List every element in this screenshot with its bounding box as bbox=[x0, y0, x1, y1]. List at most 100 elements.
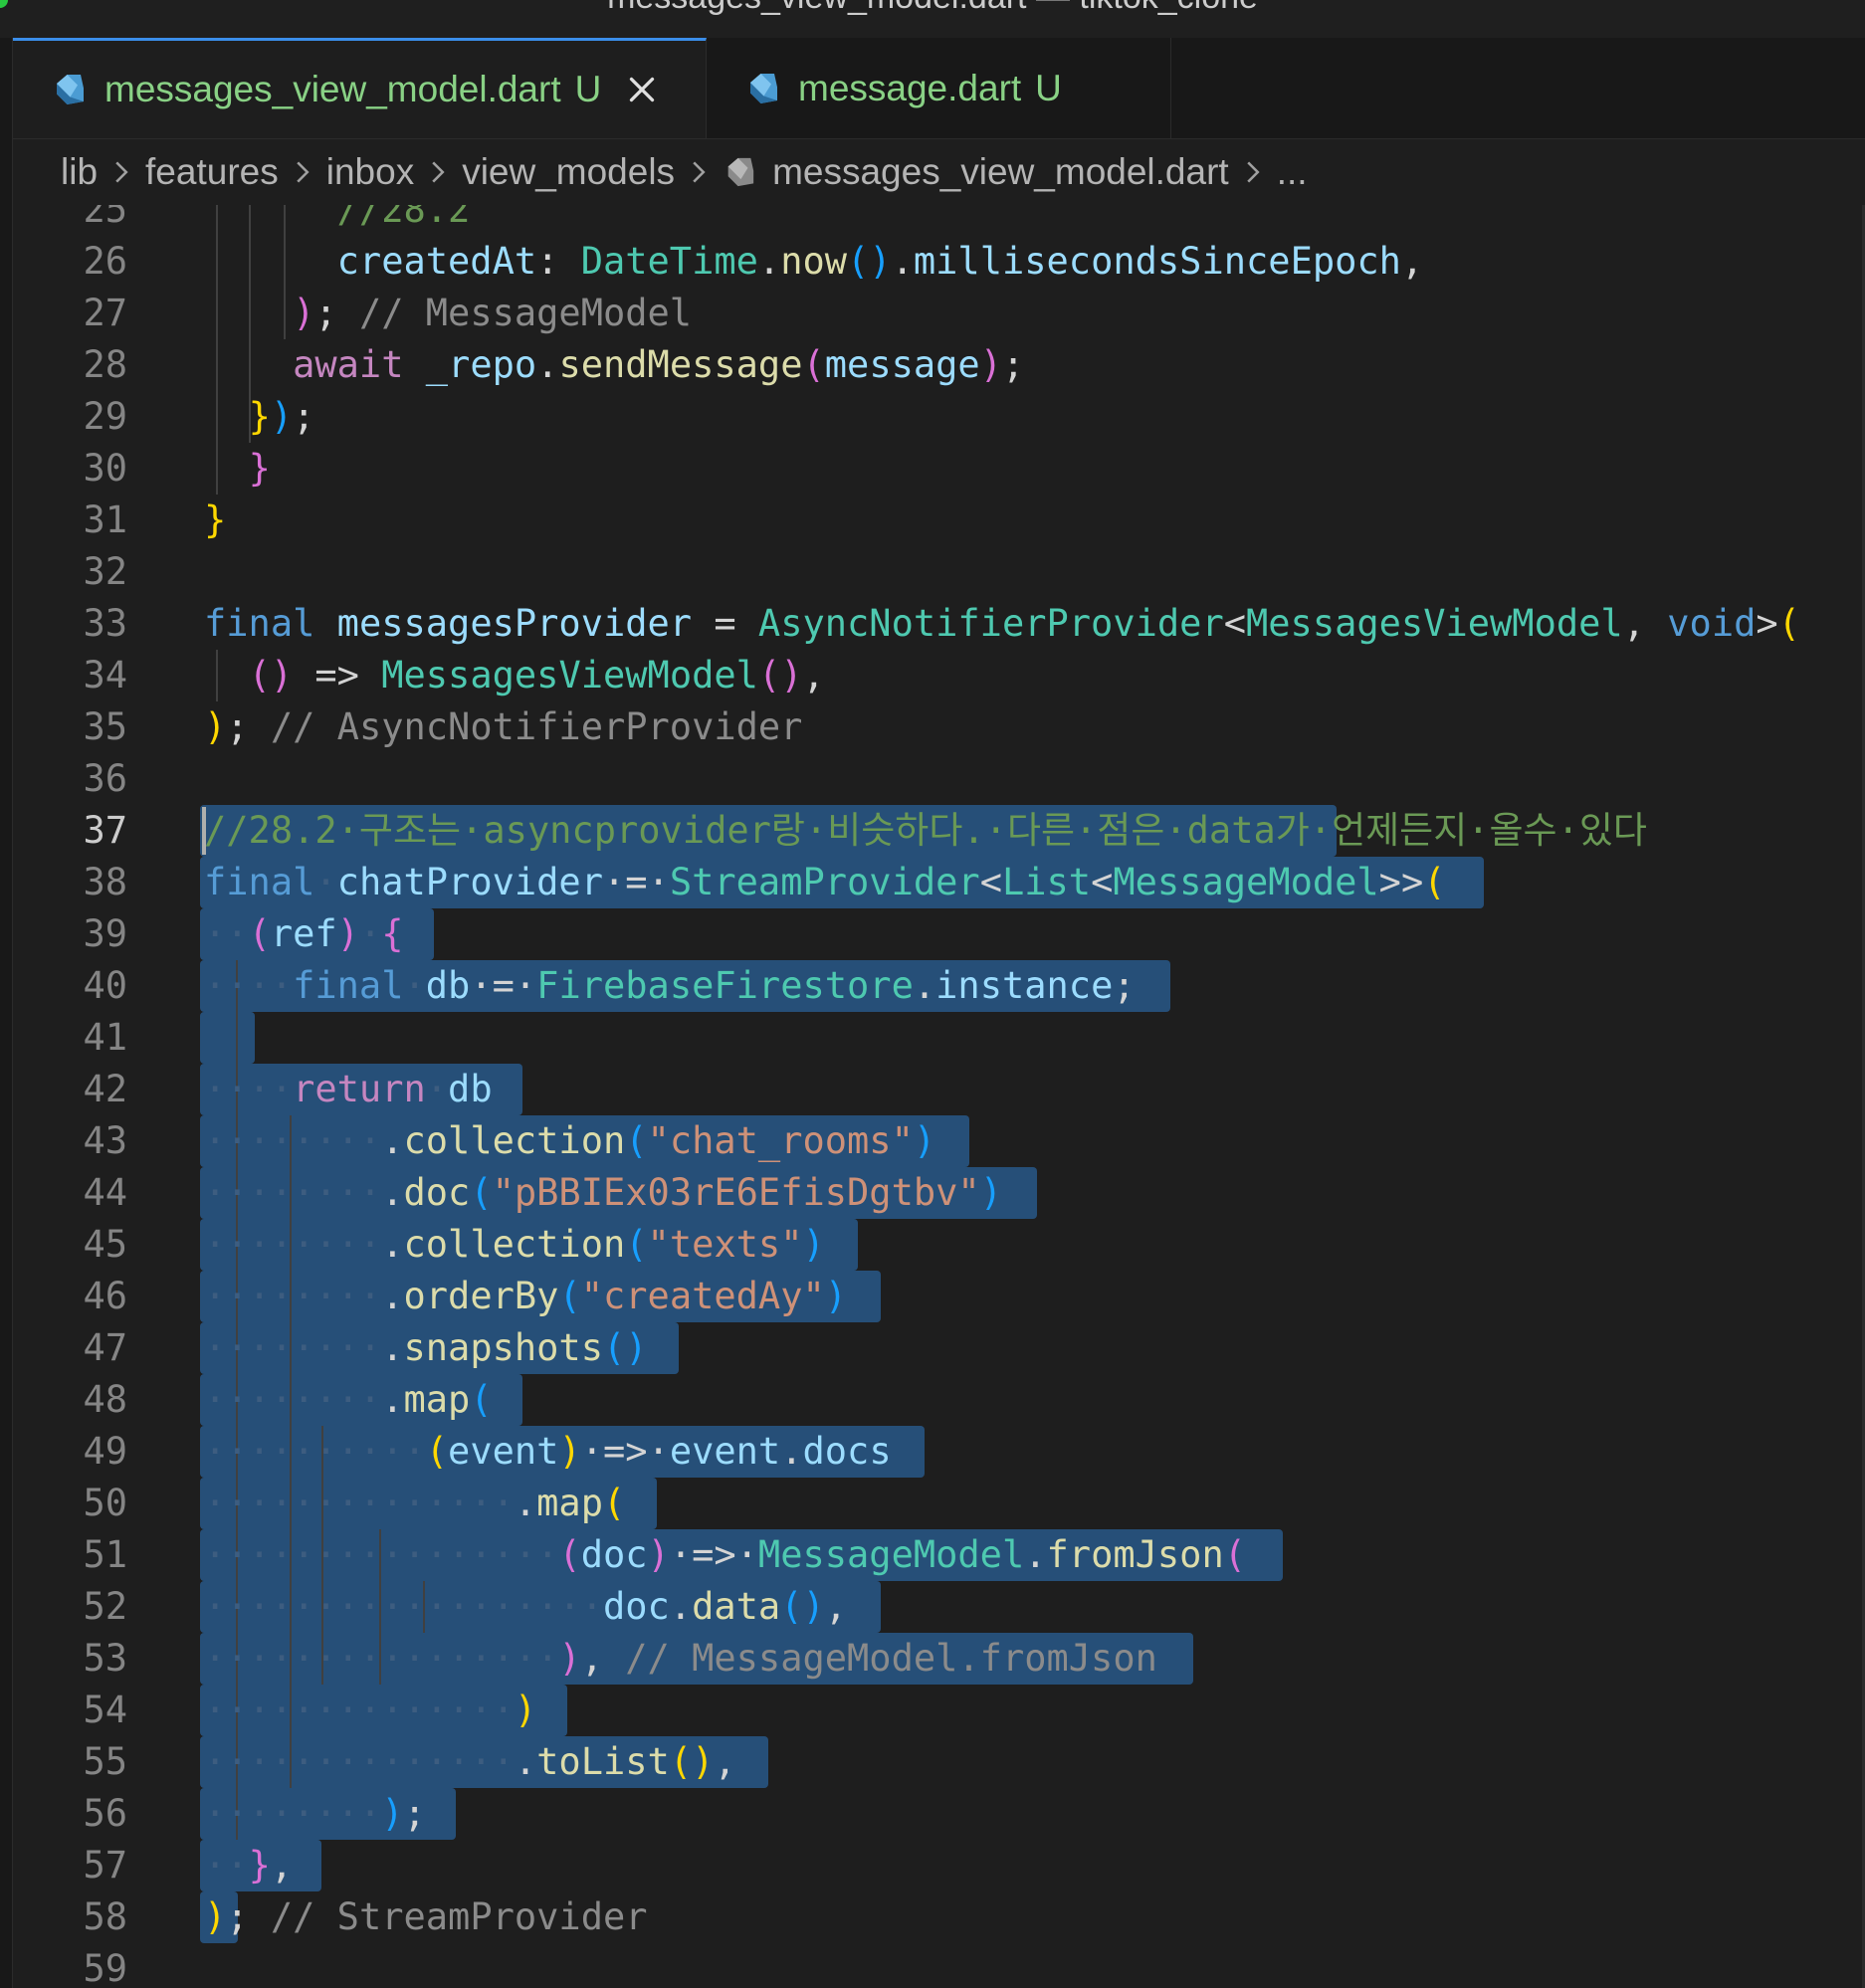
code-text: ··············) bbox=[204, 1689, 537, 1731]
text-cursor bbox=[202, 807, 206, 855]
code-line[interactable]: 43 ········.collection("chat_rooms") bbox=[13, 1115, 1865, 1167]
line-number: 39 bbox=[83, 912, 127, 955]
line-number: 37 bbox=[83, 809, 127, 852]
breadcrumb-item-inbox[interactable]: inbox bbox=[326, 151, 414, 193]
code-line[interactable]: 27 ); // MessageModel bbox=[13, 288, 1865, 339]
code-line[interactable]: 25 //28.2 bbox=[13, 205, 1865, 236]
line-number: 45 bbox=[83, 1223, 127, 1266]
code-text: ··(ref)·{ bbox=[204, 912, 404, 955]
code-line[interactable]: 49 ··········(event)·=>·event.docs bbox=[13, 1426, 1865, 1478]
code-line[interactable]: 39 ··(ref)·{ bbox=[13, 908, 1865, 960]
line-number: 31 bbox=[83, 498, 127, 541]
code-line[interactable]: 28 await _repo.sendMessage(message); bbox=[13, 339, 1865, 391]
code-text: ········.orderBy("createdAy") bbox=[204, 1275, 848, 1317]
line-number: 33 bbox=[83, 602, 127, 645]
code-text: }); bbox=[248, 395, 315, 438]
line-number: 50 bbox=[83, 1482, 127, 1524]
code-line[interactable]: 38 final·chatProvider·=·StreamProvider<Li… bbox=[13, 857, 1865, 908]
chevron-right-icon bbox=[432, 161, 445, 183]
dart-file-icon bbox=[57, 75, 84, 104]
code-line[interactable]: 58 ); // StreamProvider bbox=[13, 1891, 1865, 1943]
editor-tabs: messages_view_model.dart U message.dart … bbox=[13, 38, 1865, 139]
line-number: 44 bbox=[83, 1171, 127, 1214]
line-number: 25 bbox=[83, 205, 127, 231]
breadcrumb-item-file[interactable]: messages_view_model.dart bbox=[772, 151, 1229, 193]
code-line[interactable]: 29 }); bbox=[13, 391, 1865, 443]
dart-file-icon bbox=[727, 157, 754, 187]
code-line[interactable]: 50 ··············.map( bbox=[13, 1478, 1865, 1529]
line-number: 28 bbox=[83, 343, 127, 386]
line-number: 30 bbox=[83, 447, 127, 490]
tab-label: message.dart bbox=[798, 67, 1022, 108]
code-text: final·chatProvider·=·StreamProvider<List… bbox=[204, 861, 1446, 903]
code-line[interactable]: 53 ················), // MessageModel.fro… bbox=[13, 1633, 1865, 1685]
code-line[interactable]: 37 //28.2·구조는·asyncprovider랑·비슷하다.·다른·점은·… bbox=[13, 805, 1865, 857]
code-line[interactable]: 36 bbox=[13, 753, 1865, 805]
code-text: ); // MessageModel bbox=[293, 292, 693, 334]
code-line[interactable]: 41 bbox=[13, 1012, 1865, 1064]
code-line[interactable]: 34 () => MessagesViewModel(), bbox=[13, 650, 1865, 701]
code-line[interactable]: 44 ········.doc("pBBIEx03rE6EfisDgtbv") bbox=[13, 1167, 1865, 1219]
vscode-window: messages_view_model.dart — tiktok_clone … bbox=[0, 0, 1865, 1988]
code-line[interactable]: 26 createdAt: DateTime.now().millisecond… bbox=[13, 236, 1865, 288]
code-line[interactable]: 46 ········.orderBy("createdAy") bbox=[13, 1271, 1865, 1322]
breadcrumb-item-view-models[interactable]: view_models bbox=[462, 151, 675, 193]
tab-messages-view-model[interactable]: messages_view_model.dart U bbox=[13, 38, 707, 138]
breadcrumb-item-features[interactable]: features bbox=[145, 151, 279, 193]
code-line[interactable]: 57 ··}, bbox=[13, 1840, 1865, 1891]
line-number: 34 bbox=[83, 654, 127, 696]
code-line[interactable]: 55 ··············.toList(), bbox=[13, 1736, 1865, 1788]
code-text: ················(doc)·=>·MessageModel.fr… bbox=[204, 1533, 1247, 1576]
code-line[interactable]: 42 ····return·db bbox=[13, 1064, 1865, 1115]
code-line[interactable]: 59 bbox=[13, 1943, 1865, 1988]
code-line[interactable]: 32 bbox=[13, 546, 1865, 598]
code-text: createdAt: DateTime.now().millisecondsSi… bbox=[336, 240, 1424, 283]
untracked-badge: U bbox=[1035, 67, 1062, 108]
code-text: } bbox=[248, 447, 271, 490]
code-line[interactable]: 48 ········.map( bbox=[13, 1374, 1865, 1426]
chevron-right-icon bbox=[115, 161, 128, 183]
breadcrumb-item-symbols[interactable]: ... bbox=[1277, 151, 1308, 193]
code-line[interactable]: 54 ··············) bbox=[13, 1685, 1865, 1736]
breadcrumb: lib features inbox view_models messages_… bbox=[13, 139, 1865, 205]
line-number: 55 bbox=[83, 1740, 127, 1783]
breadcrumb-item-lib[interactable]: lib bbox=[61, 151, 98, 193]
line-number: 59 bbox=[83, 1947, 127, 1988]
code-line[interactable]: 51 ················(doc)·=>·MessageModel.… bbox=[13, 1529, 1865, 1581]
code-text: ········.doc("pBBIEx03rE6EfisDgtbv") bbox=[204, 1171, 1002, 1214]
code-line[interactable]: 31} bbox=[13, 495, 1865, 546]
code-line[interactable]: 40 ····final·db·=·FirebaseFirestore.insta… bbox=[13, 960, 1865, 1012]
code-text: ); // StreamProvider bbox=[204, 1895, 648, 1938]
line-number: 51 bbox=[83, 1533, 127, 1576]
code-line[interactable]: 35); // AsyncNotifierProvider bbox=[13, 701, 1865, 753]
code-text: ··············.map( bbox=[204, 1482, 626, 1524]
code-line[interactable]: 56 ········); bbox=[13, 1788, 1865, 1840]
line-number: 54 bbox=[83, 1689, 127, 1731]
line-number: 43 bbox=[83, 1119, 127, 1162]
code-text: //28.2·구조는·asyncprovider랑·비슷하다.·다른·점은·da… bbox=[204, 809, 1647, 852]
code-line[interactable]: 30 } bbox=[13, 443, 1865, 495]
line-number: 29 bbox=[83, 395, 127, 438]
code-text: ········.collection("chat_rooms") bbox=[204, 1119, 936, 1162]
code-text: ··········(event)·=>·event.docs bbox=[204, 1430, 892, 1473]
code-text: () => MessagesViewModel(), bbox=[248, 654, 825, 696]
tab-message[interactable]: message.dart U bbox=[707, 38, 1171, 138]
untracked-badge: U bbox=[574, 69, 602, 109]
code-text: //28.2 bbox=[336, 205, 471, 231]
code-line[interactable]: 47 ········.snapshots() bbox=[13, 1322, 1865, 1374]
code-text: ··················doc.data(), bbox=[204, 1585, 848, 1628]
code-line[interactable]: 33 final messagesProvider = AsyncNotifier… bbox=[13, 598, 1865, 650]
line-number: 58 bbox=[83, 1895, 127, 1938]
tab-label: messages_view_model.dart bbox=[104, 69, 561, 109]
code-text: final messagesProvider = AsyncNotifierPr… bbox=[204, 602, 1800, 645]
code-editor[interactable]: 25 //28.2 26 createdAt: DateTime.now().mi… bbox=[13, 205, 1865, 1988]
code-line[interactable]: 45 ········.collection("texts") bbox=[13, 1219, 1865, 1271]
chevron-right-icon bbox=[1246, 161, 1260, 183]
close-icon[interactable] bbox=[627, 75, 657, 104]
line-number: 38 bbox=[83, 861, 127, 903]
line-number: 35 bbox=[83, 705, 127, 748]
code-line[interactable]: 52 ··················doc.data(), bbox=[13, 1581, 1865, 1633]
line-number: 46 bbox=[83, 1275, 127, 1317]
code-text: ········.collection("texts") bbox=[204, 1223, 825, 1266]
line-number: 40 bbox=[83, 964, 127, 1007]
